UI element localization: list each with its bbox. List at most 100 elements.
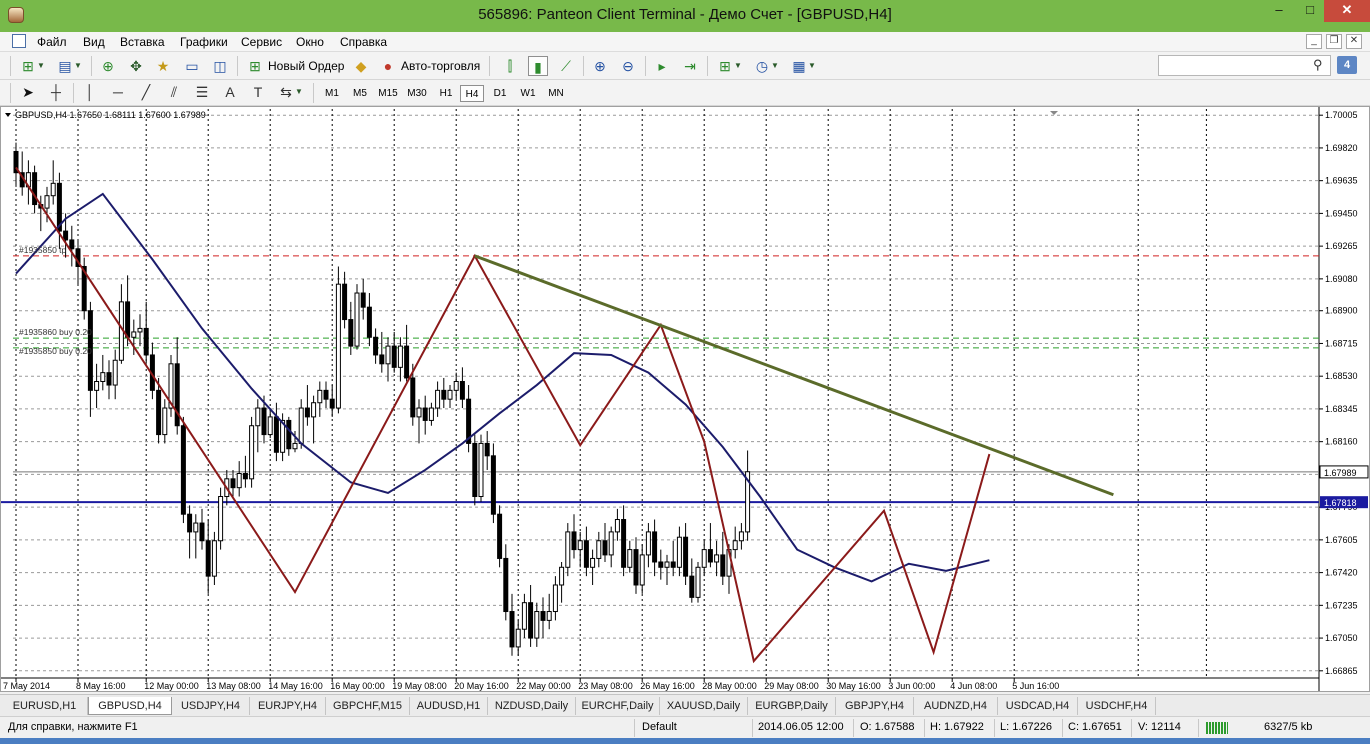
data-window-icon[interactable]: ✥ (126, 56, 146, 76)
candle-body (397, 345, 403, 368)
maximize-button[interactable]: □ (1296, 0, 1324, 22)
zoom-out-icon[interactable]: ⊖ (618, 56, 638, 76)
y-tick-label: 1.68530 (1325, 371, 1358, 381)
tab-eurjpy-h4[interactable]: EURJPY,H4 (250, 697, 326, 715)
terminal-icon[interactable]: ▭ (182, 56, 202, 76)
chevron-down-icon[interactable]: ▼ (807, 56, 817, 76)
chart-window[interactable]: 1.70005 1.69820 1.69635 1.69450 1.69265 1.690… (0, 106, 1370, 692)
mailbox-icon[interactable]: 4 (1337, 56, 1357, 74)
crosshair-icon[interactable]: ┼ (46, 82, 66, 102)
candle-body (459, 380, 465, 400)
profiles-icon[interactable]: ▤ (55, 56, 75, 76)
periods-clock-icon[interactable]: ◷ (752, 56, 772, 76)
tab-nzdusd-daily[interactable]: NZDUSD,Daily (488, 697, 576, 715)
trendline-icon[interactable]: ╱ (136, 82, 156, 102)
mdi-minimize-button[interactable]: _ (1306, 34, 1322, 49)
tab-xauusd-daily[interactable]: XAUUSD,Daily (660, 697, 748, 715)
mdi-restore-button[interactable]: ❐ (1326, 34, 1342, 49)
menu-window[interactable]: Окно (296, 35, 324, 49)
mdi-close-button[interactable]: ✕ (1346, 34, 1362, 49)
chart-shift-icon[interactable]: ⇥ (680, 56, 700, 76)
tab-audnzd-h4[interactable]: AUDNZD,H4 (914, 697, 998, 715)
chevron-down-icon[interactable]: ▼ (733, 56, 743, 76)
zoom-in-icon[interactable]: ⊕ (590, 56, 610, 76)
connection-status-icon[interactable] (1206, 722, 1228, 734)
candlestick-chart-icon[interactable]: ▮ (528, 56, 548, 76)
minimize-button[interactable]: – (1264, 0, 1294, 22)
line-chart-icon[interactable]: ⟋ (556, 56, 576, 76)
chart-window-icon[interactable] (12, 34, 26, 48)
bar-chart-icon[interactable]: ⫿ (500, 56, 520, 76)
tab-eurgbp-daily[interactable]: EURGBP,Daily (748, 697, 836, 715)
close-button[interactable]: ✕ (1324, 0, 1370, 22)
timeframe-m30[interactable]: M30 (404, 85, 430, 102)
timeframe-w1[interactable]: W1 (516, 85, 540, 102)
price-chart[interactable]: 1.70005 1.69820 1.69635 1.69450 1.69265 1.690… (1, 107, 1369, 691)
tab-usdjpy-h4[interactable]: USDJPY,H4 (172, 697, 250, 715)
menu-help[interactable]: Справка (340, 35, 387, 49)
menu-view[interactable]: Вид (83, 35, 105, 49)
chevron-down-icon[interactable]: ▼ (294, 82, 304, 102)
horizontal-level-label: 1.67818 (1324, 498, 1357, 508)
timeframe-h1[interactable]: H1 (434, 85, 458, 102)
menu-charts[interactable]: Графики (180, 35, 228, 49)
market-watch-icon[interactable]: ⊕ (98, 56, 118, 76)
timeframe-mn[interactable]: MN (544, 85, 568, 102)
equidistant-channel-icon[interactable]: ⫽ (164, 82, 184, 102)
x-tick-label: 28 May 00:00 (702, 681, 757, 691)
x-tick-label: 30 May 16:00 (826, 681, 881, 691)
x-tick-label: 26 May 16:00 (640, 681, 695, 691)
menu-tools[interactable]: Сервис (241, 35, 282, 49)
new-order-icon[interactable]: ⊞ (245, 56, 265, 76)
candle-body (683, 536, 689, 577)
tab-usdchf-h4[interactable]: USDCHF,H4 (1078, 697, 1156, 715)
templates-icon[interactable]: ▦ (789, 56, 809, 76)
timeframe-h4[interactable]: H4 (460, 85, 484, 102)
navigator-icon[interactable]: ★ (153, 56, 173, 76)
tab-eurusd-h1[interactable]: EURUSD,H1 (2, 697, 88, 715)
timeframe-m1[interactable]: M1 (320, 85, 344, 102)
autotrading-button[interactable]: Авто-торговля (401, 56, 480, 76)
text-tool-icon[interactable]: A (220, 82, 240, 102)
vertical-line-icon[interactable]: │ (80, 82, 100, 102)
candle-body (707, 549, 713, 563)
autotrading-icon[interactable]: ● (378, 56, 398, 76)
candle-body (298, 407, 304, 444)
horizontal-line-icon[interactable]: ─ (108, 82, 128, 102)
metaeditor-icon[interactable]: ◆ (351, 56, 371, 76)
auto-scroll-icon[interactable]: ▸ (652, 56, 672, 76)
tab-audusd-h1[interactable]: AUDUSD,H1 (410, 697, 488, 715)
tab-gbpusd-h4[interactable]: GBPUSD,H4 (88, 697, 172, 715)
chevron-down-icon[interactable]: ▼ (770, 56, 780, 76)
chart-shift-marker-icon (1050, 111, 1058, 115)
menu-file[interactable]: Файл (37, 35, 67, 49)
chevron-down-icon[interactable]: ▼ (36, 56, 46, 76)
candle-body (112, 359, 118, 386)
timeframe-m5[interactable]: M5 (348, 85, 372, 102)
strategy-tester-icon[interactable]: ◫ (210, 56, 230, 76)
indicators-icon[interactable]: ⊞ (715, 56, 735, 76)
new-order-button[interactable]: Новый Ордер (268, 56, 344, 76)
cursor-icon[interactable]: ➤ (18, 82, 38, 102)
new-chart-icon[interactable]: ⊞ (18, 56, 38, 76)
candle-body (571, 531, 577, 551)
tab-usdcad-h4[interactable]: USDCAD,H4 (998, 697, 1078, 715)
text-label-icon[interactable]: T (248, 82, 268, 102)
tab-gbpjpy-h4[interactable]: GBPJPY,H4 (836, 697, 914, 715)
status-profile[interactable]: Default (642, 721, 677, 733)
search-input[interactable] (1158, 55, 1331, 76)
timeframe-d1[interactable]: D1 (488, 85, 512, 102)
tab-eurchf-daily[interactable]: EURCHF,Daily (576, 697, 660, 715)
y-tick-label: 1.69450 (1325, 208, 1358, 218)
x-tick-label: 29 May 08:00 (764, 681, 819, 691)
candle-body (131, 331, 137, 338)
tab-gbpchf-m15[interactable]: GBPCHF,M15 (326, 697, 410, 715)
arrows-icon[interactable]: ⇆ (276, 82, 296, 102)
chevron-down-icon[interactable]: ▼ (73, 56, 83, 76)
menu-insert[interactable]: Вставка (120, 35, 165, 49)
search-icon[interactable]: ⚲ (1313, 57, 1323, 73)
timeframe-m15[interactable]: M15 (376, 85, 400, 102)
x-tick-label: 23 May 08:00 (578, 681, 633, 691)
candle-body (621, 519, 627, 568)
fibonacci-icon[interactable]: ☰ (192, 82, 212, 102)
